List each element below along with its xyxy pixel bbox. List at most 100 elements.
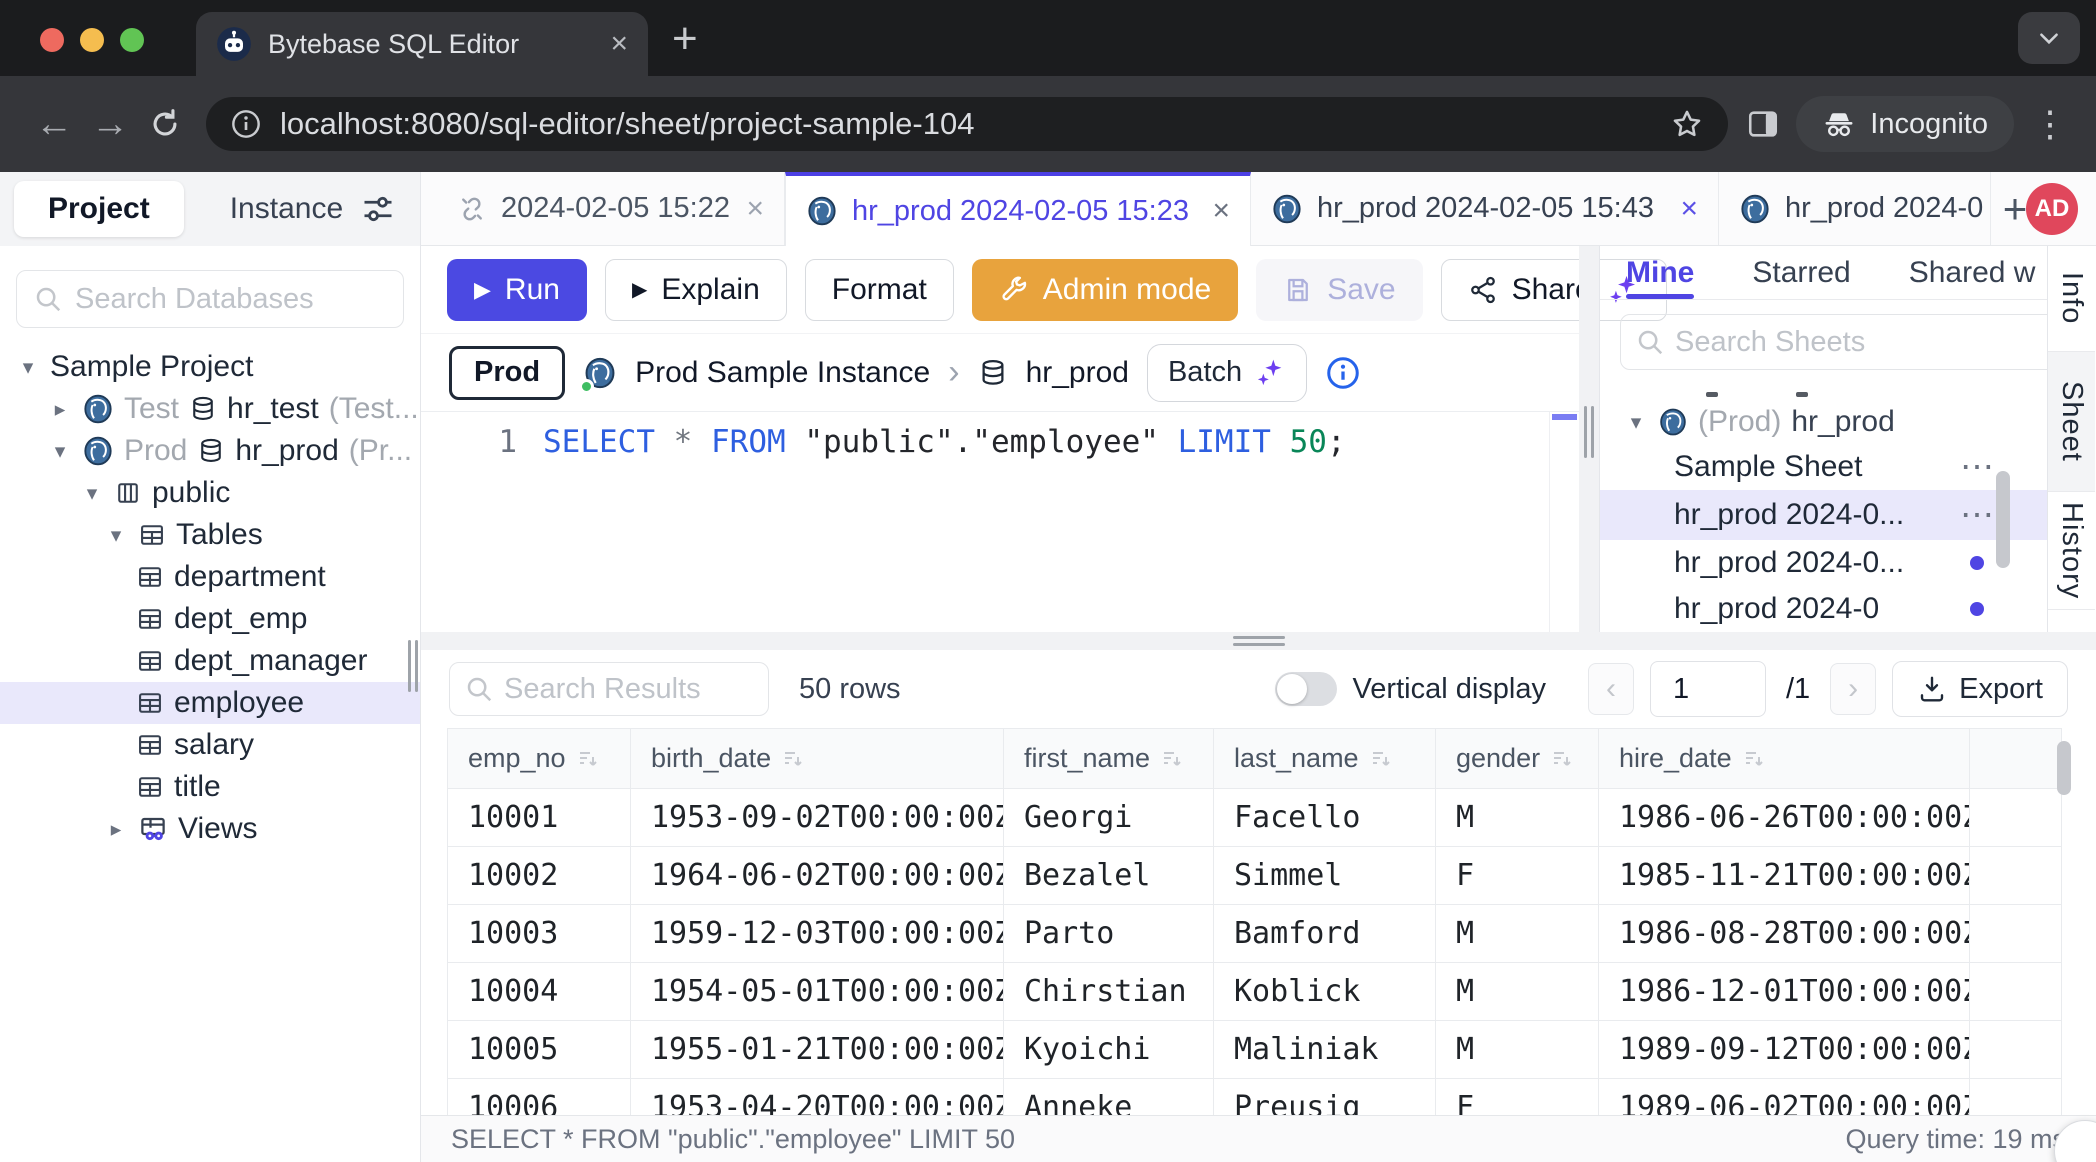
- column-header-hire-date[interactable]: hire_date: [1599, 729, 1970, 789]
- tab-instance[interactable]: Instance: [230, 192, 343, 226]
- window-zoom-button[interactable]: [120, 28, 144, 52]
- tree-item-table-dept-manager[interactable]: dept_manager: [0, 640, 420, 682]
- side-panel-icon[interactable]: [1746, 107, 1780, 141]
- browser-tab[interactable]: Bytebase SQL Editor ×: [196, 12, 648, 76]
- close-tab-icon[interactable]: ×: [1680, 192, 1698, 226]
- cell-empty: [1970, 847, 2062, 905]
- expander-icon[interactable]: ▾: [104, 523, 128, 548]
- filter-sliders-icon[interactable]: [360, 191, 396, 227]
- database-search-input[interactable]: [75, 283, 387, 316]
- sheet-item-unsaved[interactable]: hr_prod 2024-0...: [1600, 540, 2047, 586]
- tab-shared[interactable]: Shared w: [1909, 246, 2036, 299]
- tree-item-table-dept-emp[interactable]: dept_emp: [0, 598, 420, 640]
- tree-item-tables-group[interactable]: ▾ Tables: [0, 514, 420, 556]
- next-page-button[interactable]: ›: [1830, 663, 1876, 715]
- editor-tab-4[interactable]: hr_prod 2024-0: [1719, 172, 1991, 245]
- environment-chip[interactable]: Prod: [449, 346, 565, 400]
- results-search[interactable]: [449, 662, 769, 716]
- expander-icon[interactable]: ▾: [16, 355, 40, 380]
- sheet-group-hr-prod[interactable]: ▾ (Prod) hr_prod: [1600, 400, 2047, 444]
- column-header-gender[interactable]: gender: [1436, 729, 1599, 789]
- close-tab-icon[interactable]: ×: [746, 192, 764, 226]
- bookmark-star-icon[interactable]: [1670, 107, 1704, 141]
- editor-tab-3[interactable]: hr_prod 2024-02-05 15:43 ×: [1251, 172, 1719, 245]
- admin-mode-button[interactable]: Admin mode: [972, 259, 1238, 321]
- tree-item-table-employee[interactable]: employee: [0, 682, 420, 724]
- database-name[interactable]: hr_prod: [1026, 356, 1129, 390]
- expander-icon[interactable]: ▸: [104, 817, 128, 842]
- site-info-icon[interactable]: [230, 108, 262, 140]
- sidebar-resize-handle[interactable]: [408, 640, 418, 692]
- tree-item-schema-public[interactable]: ▾ public: [0, 472, 420, 514]
- explain-button[interactable]: ▶ Explain: [605, 259, 787, 321]
- cell: 1959-12-03T00:00:00Z: [631, 905, 1004, 963]
- batch-button[interactable]: Batch: [1147, 344, 1307, 402]
- tree-item-hr-test[interactable]: ▸ Test hr_test (Test...: [0, 388, 420, 430]
- expander-icon[interactable]: ▾: [80, 481, 104, 506]
- tab-search-button[interactable]: [2018, 12, 2080, 64]
- panel-resize-gutter-vertical[interactable]: [1579, 246, 1599, 632]
- window-close-button[interactable]: [40, 28, 64, 52]
- format-button[interactable]: Format: [805, 259, 954, 321]
- tree-item-table-salary[interactable]: salary: [0, 724, 420, 766]
- tree-item-project[interactable]: ▾ Sample Project: [0, 346, 420, 388]
- instance-name[interactable]: Prod Sample Instance: [635, 356, 930, 390]
- unsaved-dot: [1970, 556, 1984, 570]
- tab-starred[interactable]: Starred: [1752, 246, 1850, 299]
- vertical-display-toggle[interactable]: [1275, 672, 1337, 706]
- expander-icon[interactable]: ▾: [1624, 410, 1648, 435]
- export-button[interactable]: Export: [1892, 661, 2068, 717]
- browser-tab-close-icon[interactable]: ×: [610, 29, 628, 59]
- results-grid: emp_no birth_date first_name last_name g…: [421, 728, 2096, 1115]
- info-icon[interactable]: [1325, 355, 1361, 391]
- sheet-search[interactable]: [1620, 314, 2047, 370]
- browser-menu-button[interactable]: ⋮: [2030, 103, 2070, 145]
- reload-button[interactable]: [148, 107, 182, 141]
- results-search-input[interactable]: [504, 673, 754, 706]
- expander-icon[interactable]: ▾: [48, 439, 72, 464]
- editor-tab-2-active[interactable]: hr_prod 2024-02-05 15:23 ×: [785, 172, 1251, 246]
- sheet-scrollbar-thumb[interactable]: [1996, 471, 2010, 568]
- panel-resize-gutter-horizontal[interactable]: [421, 632, 2096, 650]
- sheet-search-input[interactable]: [1675, 326, 2047, 359]
- sql-code-editor[interactable]: 1 SELECT * FROM "public"."employee" LIMI…: [421, 412, 1579, 632]
- url-bar[interactable]: localhost:8080/sql-editor/sheet/project-…: [206, 97, 1728, 151]
- more-actions-icon[interactable]: ⋯: [1960, 459, 1994, 476]
- column-header-emp-no[interactable]: emp_no: [448, 729, 631, 789]
- column-header-first-name[interactable]: first_name: [1004, 729, 1214, 789]
- sheet-item-unsaved-clipped[interactable]: hr_prod 2024-0: [1600, 586, 2047, 632]
- prev-page-button[interactable]: ‹: [1588, 663, 1634, 715]
- tree-item-hr-prod[interactable]: ▾ Prod hr_prod (Pr...: [0, 430, 420, 472]
- close-tab-icon[interactable]: ×: [1212, 194, 1230, 228]
- share-icon: [1468, 275, 1498, 305]
- side-tab-history[interactable]: History: [2048, 492, 2095, 610]
- column-header-last-name[interactable]: last_name: [1214, 729, 1436, 789]
- tree-item-table-department[interactable]: department: [0, 556, 420, 598]
- tree-item-views-group[interactable]: ▸ Views: [0, 808, 420, 850]
- tab-project[interactable]: Project: [14, 181, 184, 237]
- resize-grip[interactable]: [1584, 406, 1594, 458]
- play-icon: ▶: [632, 277, 647, 302]
- column-header-birth-date[interactable]: birth_date: [631, 729, 1004, 789]
- editor-tab-1[interactable]: 2024-02-05 15:22 ×: [437, 172, 785, 245]
- page-input[interactable]: [1650, 661, 1766, 717]
- expander-icon[interactable]: ▸: [48, 397, 72, 422]
- user-avatar[interactable]: AD: [2026, 183, 2078, 235]
- play-icon: ▶: [474, 277, 491, 303]
- tab-mine[interactable]: Mine: [1626, 246, 1694, 299]
- save-button[interactable]: Save: [1256, 259, 1422, 321]
- forward-button[interactable]: →: [82, 103, 138, 146]
- new-tab-button[interactable]: +: [672, 14, 698, 64]
- more-actions-icon[interactable]: ⋯: [1960, 507, 1994, 524]
- sheet-item-sample-sheet[interactable]: Sample Sheet ⋯: [1600, 444, 2047, 490]
- window-minimize-button[interactable]: [80, 28, 104, 52]
- run-button[interactable]: ▶ Run: [447, 259, 587, 321]
- side-tab-sheet[interactable]: Sheet: [2048, 352, 2095, 492]
- back-button[interactable]: ←: [26, 103, 82, 146]
- sheet-item-selected[interactable]: hr_prod 2024-0... ⋯: [1600, 490, 2047, 540]
- resize-grip[interactable]: [1233, 636, 1285, 646]
- side-tab-info[interactable]: Info: [2048, 246, 2095, 352]
- tree-item-table-title[interactable]: title: [0, 766, 420, 808]
- database-search[interactable]: [16, 270, 404, 328]
- results-scrollbar-thumb[interactable]: [2057, 741, 2071, 795]
